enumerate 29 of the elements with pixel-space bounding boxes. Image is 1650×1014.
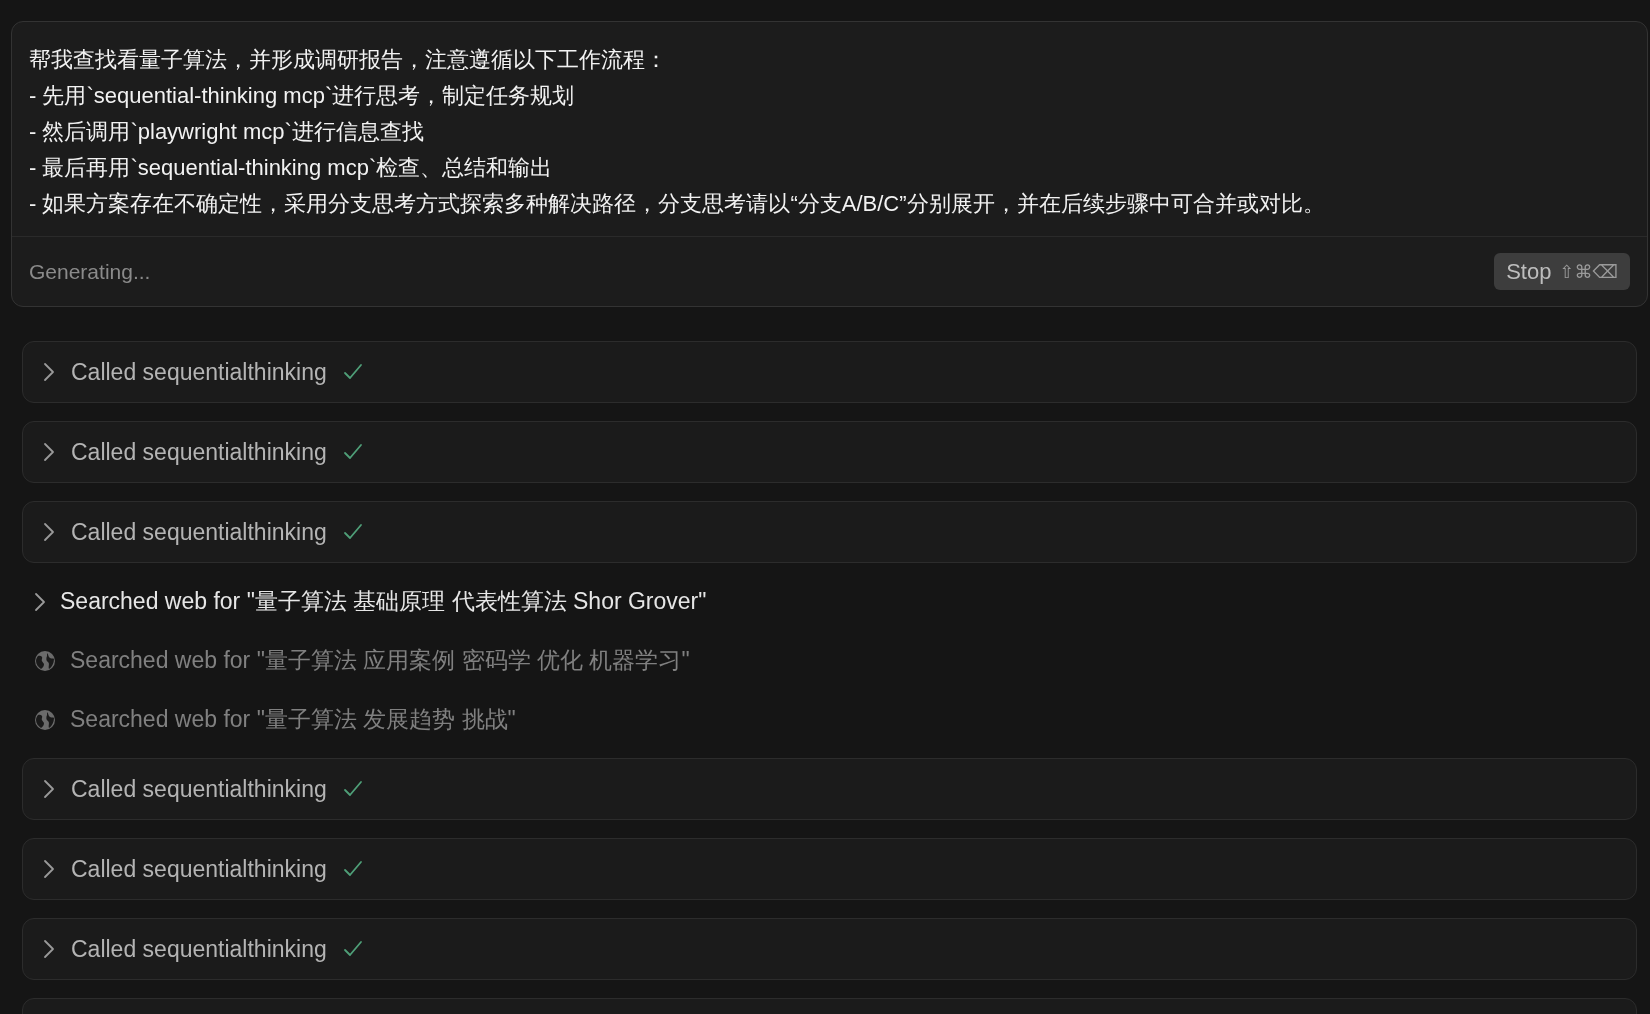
- tool-call-row[interactable]: Called sequentialthinking: [22, 421, 1637, 483]
- prompt-text-line: - 然后调用`playwright mcp`进行信息查找: [29, 118, 425, 146]
- tool-call-label: Called sequentialthinking: [71, 774, 327, 804]
- chevron-right-icon: [43, 362, 55, 382]
- tool-call-label: Called sequentialthinking: [71, 934, 327, 964]
- search-label[interactable]: Searched web for "量子算法 基础原理 代表性算法 Shor Grover": [60, 584, 707, 619]
- chevron-right-icon: [43, 779, 55, 799]
- chevron-right-icon: [43, 939, 55, 959]
- tool-call-label: Called sequentialthinking: [71, 437, 327, 467]
- tool-call-row[interactable]: Called sequentialthinking: [22, 758, 1637, 820]
- search-label: Searched web for "量子算法 应用案例 密码学 优化 机器学习": [70, 646, 690, 676]
- prompt-text-line: - 先用`sequential-thinking mcp`进行思考，制定任务规划: [29, 82, 576, 110]
- chevron-right-icon: [43, 442, 55, 462]
- shortcut-hint: ⇧⌘⌫: [1559, 260, 1618, 284]
- prompt-text-line: - 最后再用`sequential-thinking mcp`检查、总结和输出: [29, 154, 554, 182]
- chevron-right-icon: [43, 859, 55, 879]
- stop-button[interactable]: Stop ⇧⌘⌫: [1494, 253, 1630, 290]
- tool-call-label: Called sequentialthinking: [71, 357, 327, 387]
- chevron-right-icon: [43, 522, 55, 542]
- tool-call-label: Called sequentialthinking: [71, 517, 327, 547]
- prompt-text-line: - 如果方案存在不确定性，采用分支思考方式探索多种解决路径，分支思考请以“分支A/B/C”分别展开，并在后续步骤中可合并或对比。: [29, 190, 1326, 218]
- tool-call-row[interactable]: Called sequentialthinking: [22, 341, 1637, 403]
- tool-call-label: Called sequentialthinking: [71, 854, 327, 884]
- tool-call-row[interactable]: Called sequentialthinking: [22, 838, 1637, 900]
- tool-call-row[interactable]: Called sequentialthinking: [22, 501, 1637, 563]
- tool-call-row[interactable]: Called sequentialthinking: [22, 918, 1637, 980]
- search-label: Searched web for "量子算法 发展趋势 挑战": [70, 705, 516, 735]
- prompt-text-line: 帮我查找看量子算法，并形成调研报告，注意遵循以下工作流程：: [29, 46, 668, 74]
- generating-status: Generating...: [29, 258, 151, 285]
